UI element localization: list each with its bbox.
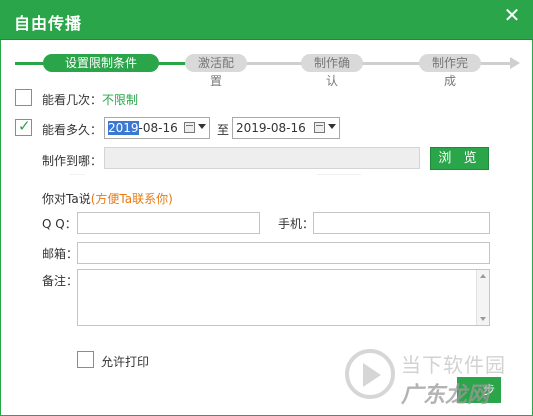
view-duration-label: 能看多久： <box>42 123 103 137</box>
end-date-value: 2019-08-16 <box>236 121 306 135</box>
steps-arrow-icon <box>510 57 520 69</box>
qq-input[interactable] <box>77 212 260 234</box>
window-title: 自由传播 <box>14 14 83 33</box>
start-date-year-selected: 2019 <box>108 121 139 135</box>
dialog-body: 设置限制条件 激活配置 制作确认 制作完成 能看几次：不限制 ✓ 能看多久： 2… <box>0 40 533 416</box>
phone-label: 手机： <box>278 217 315 231</box>
calendar-icon <box>184 122 195 133</box>
watermark-line1: 当下软件园 <box>401 353 506 377</box>
make-to-label: 制作到哪： <box>42 154 103 168</box>
divider <box>317 174 361 175</box>
scroll-up-icon[interactable] <box>480 274 486 278</box>
watermark-line2: 广东龙网 <box>401 383 490 408</box>
step-confirm: 制作确认 <box>301 54 363 88</box>
chevron-down-icon <box>328 124 336 129</box>
view-duration-checkbox[interactable]: ✓ <box>15 117 32 136</box>
step-activation-config: 激活配置 <box>185 54 247 88</box>
watermark-logo-icon <box>345 349 395 399</box>
wizard-steps: 设置限制条件 激活配置 制作确认 制作完成 <box>15 54 520 88</box>
message-hint: (方便Ta联系你) <box>90 192 173 206</box>
note-label: 备注： <box>42 274 79 288</box>
phone-input[interactable] <box>313 212 490 234</box>
title-bar: 自由传播 ✕ <box>0 0 533 40</box>
to-label: 至 <box>217 123 230 137</box>
start-date-rest: -08-16 <box>138 121 178 135</box>
view-count-value: 不限制 <box>102 93 139 107</box>
calendar-icon <box>314 122 325 133</box>
email-label: 邮箱： <box>42 247 79 261</box>
divider <box>69 174 85 175</box>
qq-label: Q Q： <box>42 217 77 231</box>
end-date-picker[interactable]: 2019-08-16 <box>232 117 340 139</box>
email-input[interactable] <box>77 242 490 264</box>
checkmark-icon: ✓ <box>18 117 31 135</box>
view-count-label: 能看几次：不限制 <box>42 93 139 107</box>
allow-print-checkbox[interactable] <box>77 351 94 368</box>
step-set-limits: 设置限制条件 <box>43 54 159 72</box>
note-textarea[interactable] <box>77 269 490 326</box>
make-to-path-input[interactable] <box>104 147 420 169</box>
step-complete: 制作完成 <box>419 54 481 88</box>
scroll-down-icon[interactable] <box>480 317 486 321</box>
allow-print-label: 允许打印 <box>101 355 150 369</box>
message-label: 你对Ta说(方便Ta联系你) <box>42 192 173 206</box>
watermark: 当下软件园 广东龙网 <box>345 347 525 411</box>
chevron-down-icon <box>198 124 206 129</box>
view-count-checkbox[interactable] <box>15 89 32 106</box>
note-scrollbar[interactable] <box>476 270 489 325</box>
start-date-picker[interactable]: 2019-08-16 <box>104 117 210 139</box>
browse-button[interactable]: 浏 览 <box>430 147 489 170</box>
close-icon[interactable]: ✕ <box>501 4 523 26</box>
